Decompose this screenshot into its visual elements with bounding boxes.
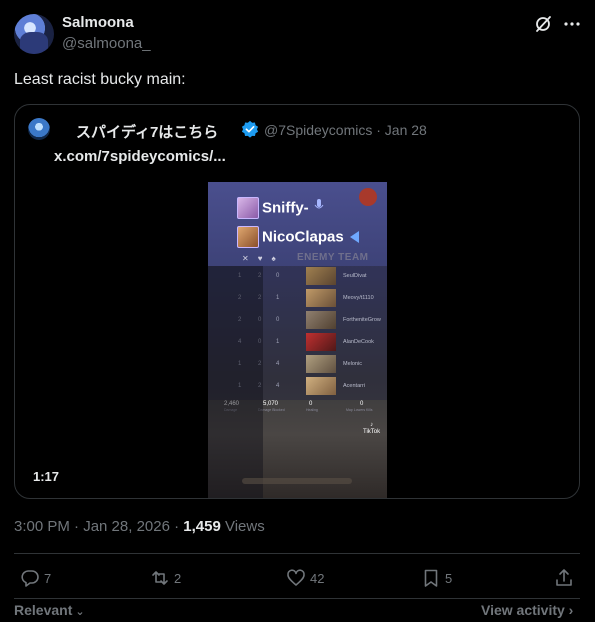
share-button[interactable] (554, 567, 578, 589)
tiktok-icon: ♪ (370, 422, 374, 428)
like-count: 42 (310, 570, 325, 586)
sort-replies-dropdown[interactable]: Relevant ⌄ (14, 602, 85, 618)
player-portrait-icon (237, 197, 259, 219)
author-display-name[interactable]: Salmoona (62, 14, 134, 31)
hero-portrait-icon (306, 377, 336, 395)
video-duration: 1:17 (33, 469, 60, 484)
hero-portrait-icon (306, 311, 336, 329)
player-name: NicoClapas (262, 228, 344, 246)
verified-badge-icon (241, 120, 259, 138)
player-entry: Sniffy- (237, 197, 309, 221)
tweet-text: Least racist bucky main: (14, 71, 186, 88)
repost-button[interactable]: 2 (150, 567, 181, 589)
views-label: Views (220, 518, 265, 535)
sort-label: Relevant (14, 602, 73, 618)
view-activity-link[interactable]: View activity › (481, 602, 573, 618)
reply-button[interactable]: 7 (20, 567, 51, 589)
hero-portrait-icon (306, 289, 336, 307)
view-count: 1,459 (183, 518, 221, 535)
enemy-team-label: ENEMY TEAM (297, 252, 369, 263)
player-name: Sniffy- (262, 199, 309, 217)
bookmark-icon (424, 569, 438, 587)
share-icon (556, 569, 572, 586)
player-entry: NicoClapas (237, 226, 359, 250)
scoreboard-icons: ✕♥♠ (242, 254, 285, 263)
quote-author-avatar[interactable] (28, 118, 50, 140)
bookmark-count: 5 (445, 570, 453, 586)
like-button[interactable]: 42 (286, 567, 324, 589)
quote-author-handle-date[interactable]: @7Spideycomics · Jan 28 (264, 122, 427, 138)
hero-portrait-icon (306, 267, 336, 285)
hero-portrait-icon (306, 355, 336, 373)
repost-icon (152, 571, 168, 585)
tweet-meta: 3:00 PM · Jan 28, 2026 · 1,459 Views (14, 518, 265, 535)
repost-count: 2 (174, 570, 182, 586)
tweet-timestamp[interactable]: 3:00 PM · Jan 28, 2026 · (14, 518, 183, 535)
heart-icon (287, 569, 305, 586)
reply-count: 7 (44, 570, 52, 586)
floor-marking (242, 478, 352, 484)
grok-icon[interactable] (533, 14, 553, 34)
quote-link[interactable]: x.com/7spideycomics/... (54, 148, 226, 165)
tiktok-watermark: ♪ TikTok (363, 422, 380, 436)
bookmark-button[interactable]: 5 (421, 567, 452, 589)
divider (14, 598, 580, 599)
video-player[interactable]: Sniffy- NicoClapas ✕♥♠ ENEMY TEAM 120 Se… (208, 182, 387, 498)
view-activity-label: View activity (481, 602, 565, 618)
more-options-icon[interactable] (562, 14, 582, 34)
quote-author-name[interactable]: スパイディ7はこちら (76, 121, 218, 142)
speaker-icon (349, 231, 359, 243)
author-handle[interactable]: @salmoona_ (62, 35, 151, 52)
player-portrait-icon (237, 226, 259, 248)
quoted-tweet[interactable]: スパイディ7はこちら @7Spideycomics · Jan 28 x.com… (14, 104, 580, 499)
author-avatar[interactable] (14, 14, 54, 54)
microphone-icon (314, 199, 324, 209)
character-silhouette (208, 266, 263, 498)
divider (14, 553, 580, 554)
reply-icon (21, 570, 39, 587)
tiktok-label: TikTok (363, 429, 381, 435)
chevron-down-icon: ⌄ (72, 606, 85, 618)
team-badge-icon (359, 188, 377, 206)
hero-portrait-icon (306, 333, 336, 351)
chevron-right-icon: › (564, 602, 574, 618)
